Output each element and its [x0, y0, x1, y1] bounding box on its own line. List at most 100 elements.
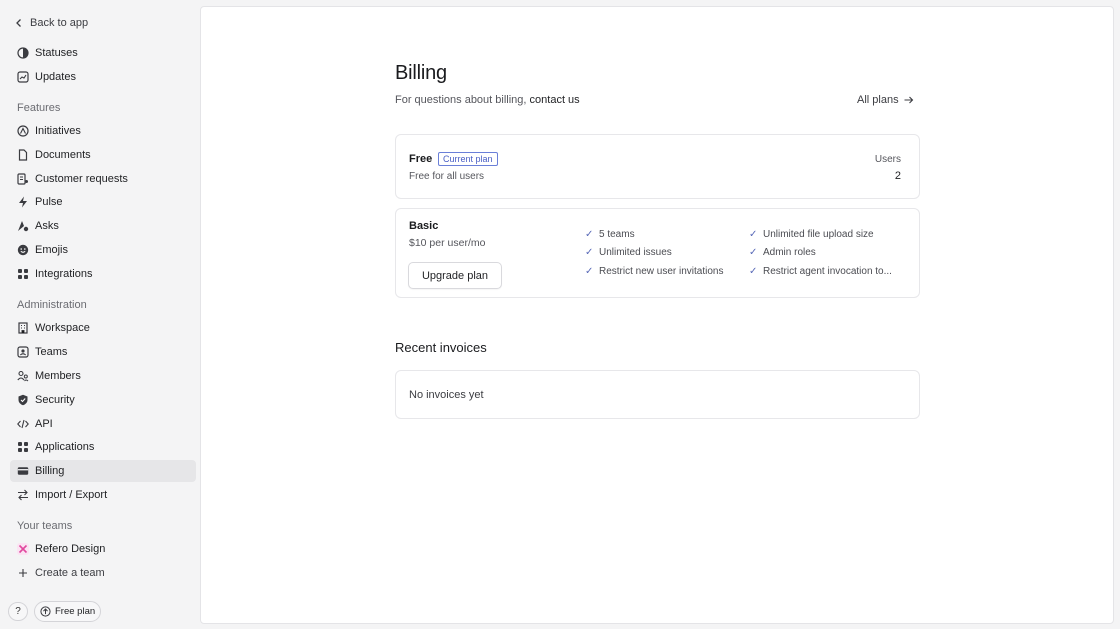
upgrade-plan-button[interactable]: Upgrade plan [408, 262, 502, 289]
check-icon: ✓ [585, 266, 594, 277]
grid-icon [17, 441, 29, 453]
create-team-label: Create a team [35, 567, 105, 579]
administration-section-label: Administration [17, 299, 87, 311]
plan-name: Basic [409, 220, 439, 232]
sidebar-item-label: Statuses [35, 47, 78, 59]
your-teams-section-label: Your teams [17, 520, 73, 532]
sidebar-item-teams[interactable]: Teams [10, 341, 196, 363]
users-label: Users [874, 154, 901, 165]
sidebar-item-label: Integrations [35, 268, 93, 280]
page-title: Billing [395, 62, 447, 84]
billing-panel: Billing For questions about billing, con… [200, 6, 1114, 624]
features-section-label: Features [17, 102, 61, 114]
sidebar-item-integrations[interactable]: Integrations [10, 263, 196, 285]
free-plan-button[interactable]: Free plan [34, 601, 101, 622]
subtitle-text: For questions about billing, [395, 94, 527, 106]
sidebar-item-statuses[interactable]: Statuses [10, 42, 196, 64]
plan-feature: ✓ Restrict new user invitations [585, 266, 724, 277]
sidebar-item-label: API [35, 418, 53, 430]
recent-invoices-heading: Recent invoices [395, 340, 487, 355]
plus-icon [17, 567, 29, 579]
sidebar-item-label: Applications [35, 441, 95, 453]
sidebar-item-updates[interactable]: Updates [10, 66, 196, 88]
shield-icon [17, 394, 29, 406]
upgrade-arrow-icon [40, 606, 51, 617]
plan-name: Free [409, 153, 433, 165]
grid-icon [17, 268, 29, 280]
team-name: Refero Design [35, 543, 106, 555]
emoji-icon [17, 244, 29, 256]
team-logo-icon [17, 543, 29, 555]
sidebar-item-applications[interactable]: Applications [10, 436, 196, 458]
code-icon [17, 418, 29, 430]
sidebar-item-emojis[interactable]: Emojis [10, 239, 196, 261]
customer-requests-icon [17, 173, 29, 185]
sidebar-item-workspace[interactable]: Workspace [10, 317, 196, 339]
sidebar-item-label: Asks [35, 220, 59, 232]
pulse-icon [17, 196, 29, 208]
sidebar-item-label: Pulse [35, 196, 63, 208]
asks-icon [17, 220, 29, 232]
check-icon: ✓ [749, 266, 758, 277]
plan-feature: ✓ Unlimited file upload size [749, 229, 874, 240]
free-plan-label: Free plan [55, 606, 96, 617]
building-icon [17, 322, 29, 334]
plan-price: $10 per user/mo [409, 237, 486, 249]
swap-icon [17, 489, 29, 501]
create-team-button[interactable]: Create a team [10, 562, 196, 584]
members-icon [17, 370, 29, 382]
empty-invoices-text: No invoices yet [409, 389, 484, 401]
status-icon [17, 47, 29, 59]
plan-feature: ✓ Admin roles [749, 247, 816, 258]
sidebar-item-security[interactable]: Security [10, 389, 196, 411]
arrow-right-icon [904, 96, 913, 104]
check-icon: ✓ [585, 247, 594, 258]
check-icon: ✓ [585, 229, 594, 240]
free-plan-card: Free Current plan Free for all users Use… [395, 134, 920, 199]
chart-icon [17, 71, 29, 83]
initiatives-icon [17, 125, 29, 137]
current-plan-badge: Current plan [438, 152, 498, 166]
help-label: ? [15, 606, 21, 617]
all-plans-label: All plans [857, 94, 899, 106]
sidebar-item-label: Members [35, 370, 81, 382]
billing-subtitle: For questions about billing, contact us [395, 94, 580, 106]
sidebar-item-label: Emojis [35, 244, 69, 256]
sidebar-item-label: Updates [35, 71, 76, 83]
document-icon [17, 149, 29, 161]
sidebar-item-billing[interactable]: Billing [10, 460, 196, 482]
sidebar-item-label: Security [35, 394, 75, 406]
check-icon: ✓ [749, 229, 758, 240]
plan-feature: ✓ 5 teams [585, 229, 635, 240]
sidebar-item-label: Customer requests [35, 173, 128, 185]
team-icon [17, 346, 29, 358]
sidebar-item-customer-requests[interactable]: Customer requests [10, 168, 196, 190]
chevron-left-icon [16, 19, 21, 27]
sidebar-item-initiatives[interactable]: Initiatives [10, 120, 196, 142]
sidebar-item-label: Teams [35, 346, 68, 358]
contact-us-link[interactable]: contact us [530, 94, 580, 106]
plan-feature: ✓ Restrict agent invocation to... [749, 266, 892, 277]
sidebar-item-asks[interactable]: Asks [10, 215, 196, 237]
sidebar-item-import-export[interactable]: Import / Export [10, 484, 196, 506]
plan-description: Free for all users [409, 171, 485, 182]
users-count: 2 [894, 170, 901, 182]
sidebar: Back to app Statuses Updates Features In… [0, 0, 200, 629]
card-icon [17, 465, 29, 477]
sidebar-item-members[interactable]: Members [10, 365, 196, 387]
sidebar-item-label: Initiatives [35, 125, 81, 137]
help-button[interactable]: ? [8, 602, 28, 621]
sidebar-item-pulse[interactable]: Pulse [10, 191, 196, 213]
sidebar-item-refero-design[interactable]: Refero Design [10, 538, 196, 560]
all-plans-link[interactable]: All plans [857, 94, 914, 106]
back-to-app-link[interactable]: Back to app [15, 14, 88, 32]
sidebar-item-label: Workspace [35, 322, 90, 334]
back-to-app-label: Back to app [30, 17, 89, 29]
sidebar-item-documents[interactable]: Documents [10, 144, 196, 166]
plan-feature: ✓ Unlimited issues [585, 247, 672, 258]
invoices-card: No invoices yet [395, 370, 920, 419]
sidebar-item-label: Import / Export [35, 489, 108, 501]
sidebar-item-label: Billing [35, 465, 65, 477]
sidebar-item-label: Documents [35, 149, 91, 161]
sidebar-item-api[interactable]: API [10, 413, 196, 435]
